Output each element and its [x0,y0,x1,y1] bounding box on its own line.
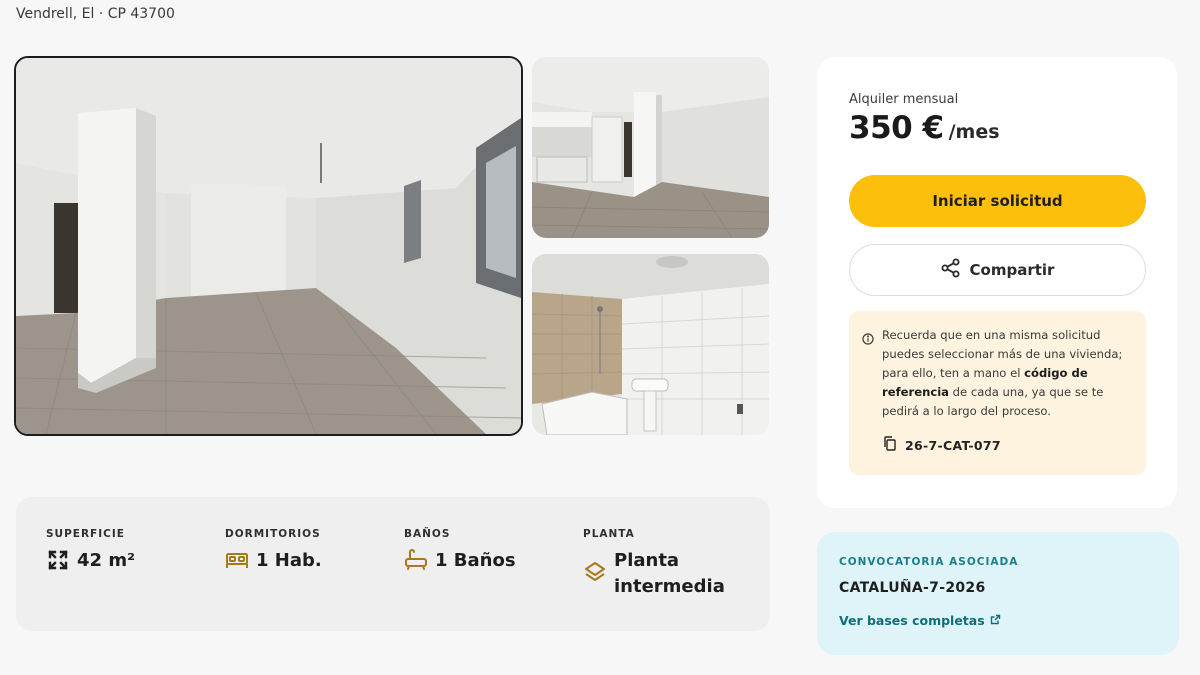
spec-title: DORMITORIOS [225,528,321,540]
notice-text: Recuerda que en una misma solicitud pued… [882,326,1137,421]
living-room-image [16,58,521,434]
start-application-label: Iniciar solicitud [932,192,1063,210]
spec-value: 42 m² [77,550,135,571]
reference-code-copy[interactable]: 26-7-CAT-077 [883,436,1001,455]
associated-call-code: CATALUÑA-7-2026 [839,580,986,596]
spec-surface: SUPERFICIE 42 m² [46,528,135,574]
price-label: Alquiler mensual [849,92,959,107]
share-button[interactable]: Compartir [849,244,1146,296]
main-photo[interactable] [14,56,523,436]
bathroom-image [532,254,769,435]
layers-icon [583,560,607,584]
spec-title: BAÑOS [404,528,451,540]
info-icon [862,330,874,349]
spec-title: SUPERFICIE [46,528,125,540]
spec-bathrooms: BAÑOS 1 Baños [404,528,516,574]
kitchen-image [532,57,769,238]
expand-icon [46,548,70,572]
spec-bedrooms: DORMITORIOS 1 Hab. [225,528,322,574]
location-text: Vendrell, El · CP 43700 [16,6,175,22]
bathroom-photo[interactable] [532,254,769,435]
full-terms-link[interactable]: Ver bases completas [839,613,1001,628]
property-specs: SUPERFICIE 42 m² DORMITORIOS 1 Hab. BAÑO… [16,497,770,631]
share-label: Compartir [969,261,1055,279]
external-link-icon [990,613,1001,628]
copy-icon [883,436,897,455]
spec-value: 1 Baños [435,550,516,571]
reference-notice: Recuerda que en una misma solicitud pued… [849,311,1146,475]
price-unit: /mes [948,121,1000,143]
bathtub-icon [404,548,428,572]
bed-icon [225,548,249,572]
share-icon [941,258,961,282]
price-amount: 350 € [849,110,944,146]
price-card: Alquiler mensual 350 € /mes Iniciar soli… [817,57,1177,508]
spec-floor: PLANTA Planta intermedia [583,528,744,600]
price: 350 € /mes [849,110,1000,146]
associated-call-title: CONVOCATORIA ASOCIADA [839,556,1019,568]
kitchen-photo[interactable] [532,57,769,238]
spec-value: Planta intermedia [614,550,725,597]
spec-title: PLANTA [583,528,635,540]
start-application-button[interactable]: Iniciar solicitud [849,175,1146,227]
full-terms-label: Ver bases completas [839,613,985,628]
reference-code: 26-7-CAT-077 [905,438,1001,453]
spec-value: 1 Hab. [256,550,322,571]
associated-call-card: CONVOCATORIA ASOCIADA CATALUÑA-7-2026 Ve… [817,532,1179,655]
